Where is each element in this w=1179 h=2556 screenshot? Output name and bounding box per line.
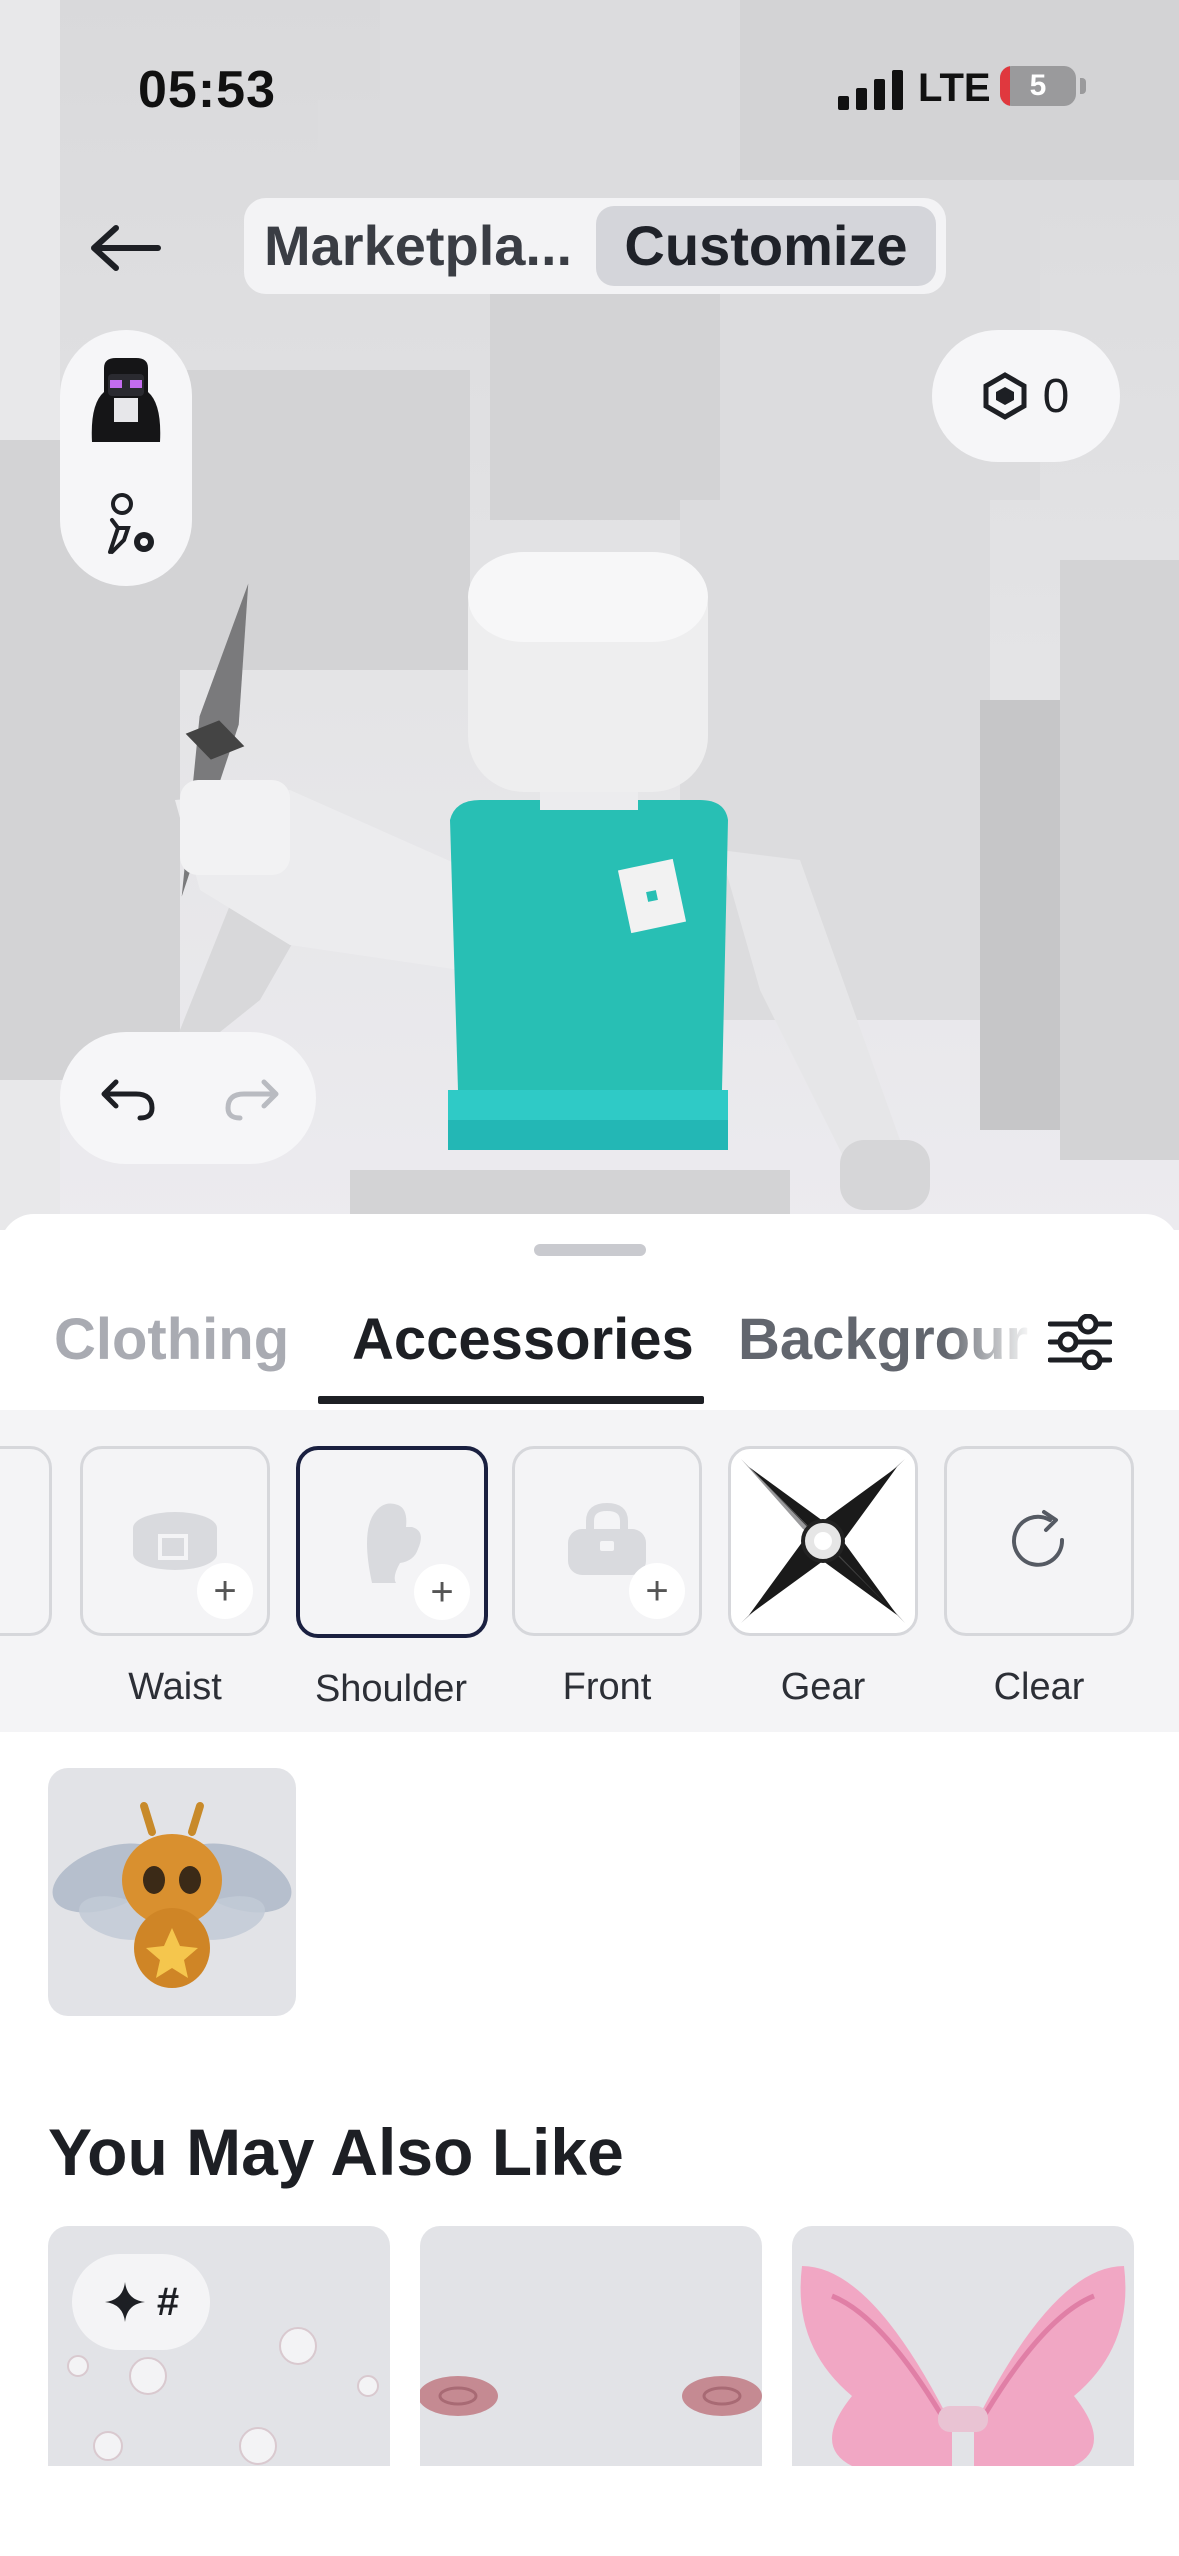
refresh-icon <box>1012 1510 1065 1567</box>
robux-balance[interactable]: 0 <box>932 330 1120 462</box>
blush-cheeks-image <box>420 2376 762 2416</box>
shuriken-icon <box>741 1459 905 1623</box>
category-label: Shoulder <box>314 1668 468 1710</box>
category-label: Clear <box>993 1666 1085 1708</box>
bee-pet-item-image <box>52 1802 292 1988</box>
category-front[interactable]: + Front <box>512 1446 702 1709</box>
pink-wings-image <box>800 2266 1126 2466</box>
customize-tab[interactable]: Customize <box>596 206 936 286</box>
sheet-handle[interactable] <box>534 1244 646 1256</box>
arrow-left-icon <box>91 225 161 271</box>
avatar-side-controls <box>60 330 192 586</box>
recommendations-title: You May Also Like <box>48 2115 624 2189</box>
robux-icon <box>983 372 1027 420</box>
sliders-icon <box>1048 1314 1112 1370</box>
avatar-settings-icon[interactable] <box>100 490 162 560</box>
marketplace-tab[interactable]: Marketpla... <box>264 206 650 286</box>
category-partial[interactable] <box>0 1446 52 1636</box>
tab-backgrounds[interactable]: Backgrour <box>738 1306 1034 1373</box>
category-waist[interactable]: + Waist <box>80 1446 270 1709</box>
status-time: 05:53 <box>138 61 276 119</box>
hashtag-text: # <box>156 2279 180 2324</box>
add-icon: + <box>414 1564 470 1620</box>
recommendation-card[interactable] <box>792 2226 1134 2466</box>
add-icon: + <box>629 1563 685 1619</box>
battery-icon: 5 <box>1000 66 1076 106</box>
category-shoulder-tile[interactable]: + <box>296 1446 488 1638</box>
active-tab-indicator <box>318 1396 704 1404</box>
back-button[interactable] <box>78 200 174 296</box>
category-label: Gear <box>780 1666 866 1708</box>
robux-amount: 0 <box>1042 369 1070 423</box>
accessory-category-strip[interactable]: + Waist + Shoulder + Front Gear Clear <box>0 1410 1179 1732</box>
category-clear[interactable]: Clear <box>944 1446 1134 1709</box>
belt-icon <box>133 1512 217 1570</box>
category-label: Front <box>562 1666 652 1708</box>
category-waist-tile[interactable]: + <box>80 1446 270 1636</box>
redo-icon[interactable] <box>224 1074 280 1122</box>
sparkle-icon <box>104 2282 145 2322</box>
customize-sheet: Clothing Accessories Backgrour + Waist +… <box>0 1214 1179 2556</box>
network-type: LTE <box>918 66 991 110</box>
category-front-tile[interactable]: + <box>512 1446 702 1636</box>
cellular-signal-icon <box>838 70 903 110</box>
status-bar: 05:53 LTE 5 <box>0 60 1179 120</box>
equipped-item-bee-pet[interactable] <box>48 1768 296 2016</box>
hashtag-chip[interactable]: # <box>72 2254 210 2350</box>
battery-level: 5 <box>1029 69 1047 102</box>
battery-tip <box>1080 78 1086 94</box>
mode-switcher: Marketpla... Customize <box>244 198 946 294</box>
category-gear-tile[interactable] <box>728 1446 918 1636</box>
avatar-thumbnail-icon[interactable] <box>84 354 168 442</box>
category-gear[interactable]: Gear <box>728 1446 918 1709</box>
undo-icon[interactable] <box>100 1074 156 1122</box>
filter-button[interactable] <box>1040 1302 1120 1382</box>
category-clear-tile[interactable] <box>944 1446 1134 1636</box>
recommendation-card[interactable] <box>420 2226 762 2466</box>
category-label: Waist <box>128 1666 222 1708</box>
tab-clothing[interactable]: Clothing <box>54 1306 289 1373</box>
category-shoulder[interactable]: + Shoulder <box>296 1446 488 1711</box>
history-controls <box>60 1032 316 1164</box>
recommendation-card[interactable]: # <box>48 2226 390 2466</box>
add-icon: + <box>197 1563 253 1619</box>
tab-accessories[interactable]: Accessories <box>352 1306 694 1373</box>
